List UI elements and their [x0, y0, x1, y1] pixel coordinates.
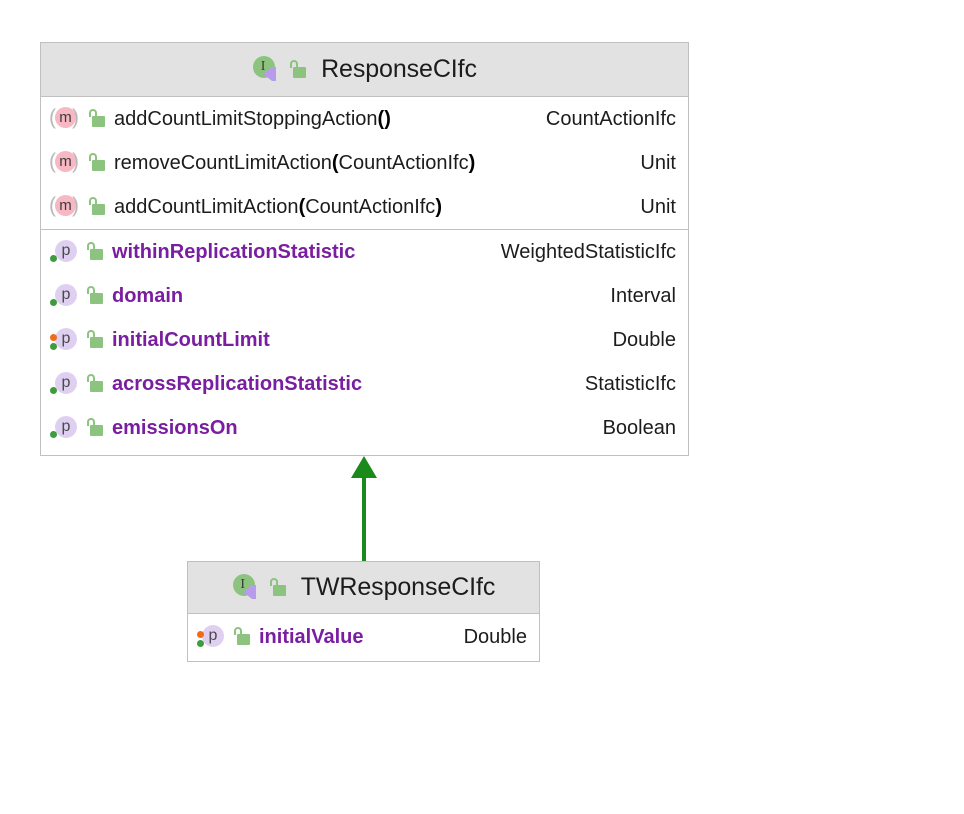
read-access-dot — [50, 431, 57, 438]
read-access-dot — [50, 343, 57, 350]
read-access-dot — [50, 387, 57, 394]
property-type: Boolean — [602, 416, 676, 439]
class-header-tw-response-cifc[interactable]: I TWResponseCIfc — [188, 562, 539, 614]
method-paren-close: ) — [384, 107, 391, 130]
method-row[interactable]: ( m ) addCountLimitAction(CountActionIfc… — [41, 185, 688, 229]
property-name: acrossReplicationStatistic — [112, 372, 363, 395]
open-padlock-icon — [267, 576, 287, 600]
property-name: domain — [112, 284, 184, 307]
method-signature: removeCountLimitAction(CountActionIfc) — [114, 152, 475, 175]
method-icon: ( m ) — [49, 106, 81, 132]
property-name: initialValue — [259, 625, 364, 648]
interface-icon: I — [252, 55, 282, 85]
property-icon-letter: p — [61, 330, 71, 347]
property-icon-letter: p — [61, 418, 71, 435]
property-type: Double — [612, 328, 676, 351]
methods-section: ( m ) addCountLimitStoppingAction() Coun… — [41, 97, 688, 229]
method-return-type: Unit — [640, 195, 676, 218]
method-name: removeCountLimitAction — [114, 151, 332, 174]
method-row[interactable]: ( m ) removeCountLimitAction(CountAction… — [41, 141, 688, 185]
property-icon: p — [49, 283, 79, 309]
method-icon-paren-right: ) — [72, 150, 79, 173]
open-padlock-icon — [86, 107, 106, 131]
property-icon-letter: p — [61, 374, 71, 391]
open-padlock-icon — [84, 240, 104, 264]
method-icon-paren-right: ) — [72, 194, 79, 217]
method-row[interactable]: ( m ) addCountLimitStoppingAction() Coun… — [41, 97, 688, 141]
arrow-head-icon — [351, 456, 377, 478]
open-padlock-icon — [86, 195, 106, 219]
property-icon-letter: p — [208, 627, 218, 644]
method-paren-open: ( — [331, 151, 339, 174]
open-padlock-icon — [84, 328, 104, 352]
property-row-icons: p — [196, 624, 251, 650]
read-access-dot — [50, 255, 57, 262]
method-row-icons: ( m ) — [49, 194, 106, 220]
method-name: addCountLimitStoppingAction — [114, 107, 378, 130]
class-title: ResponseCIfc — [321, 55, 477, 83]
property-icon: p — [49, 415, 79, 441]
method-paren-close: ) — [468, 151, 476, 174]
method-return-type: Unit — [640, 151, 676, 174]
class-title: TWResponseCIfc — [300, 573, 496, 601]
open-padlock-icon — [84, 372, 104, 396]
property-icon: p — [49, 371, 79, 397]
property-row[interactable]: p acrossReplicationStatistic StatisticIf… — [41, 362, 688, 406]
method-row-icons: ( m ) — [49, 106, 106, 132]
property-icon: p — [49, 239, 79, 265]
property-type: WeightedStatisticIfc — [500, 240, 676, 263]
method-arg: CountActionIfc — [338, 151, 469, 174]
property-row[interactable]: p withinReplicationStatistic WeightedSta… — [41, 230, 688, 274]
class-box-response-cifc[interactable]: I ResponseCIfc ( m ) addCountLimitStoppi… — [40, 42, 689, 456]
arrow-shaft — [362, 476, 366, 562]
property-name: withinReplicationStatistic — [112, 240, 356, 263]
property-row-icons: p — [49, 371, 104, 397]
method-row-icons: ( m ) — [49, 150, 106, 176]
property-row-icons: p — [49, 415, 104, 441]
properties-section: p withinReplicationStatistic WeightedSta… — [41, 229, 688, 450]
interface-icon: I — [232, 573, 262, 603]
property-icon-letter: p — [61, 242, 71, 259]
property-row-icons: p — [49, 327, 104, 353]
class-header-response-cifc[interactable]: I ResponseCIfc — [41, 43, 688, 97]
read-access-dot — [197, 640, 204, 647]
class-box-tw-response-cifc[interactable]: I TWResponseCIfc p initialValue Double — [187, 561, 540, 662]
open-padlock-icon — [231, 625, 251, 649]
property-row-icons: p — [49, 239, 104, 265]
property-name: initialCountLimit — [112, 328, 270, 351]
property-icon: p — [49, 327, 79, 353]
property-row-icons: p — [49, 283, 104, 309]
property-name: emissionsOn — [112, 416, 238, 439]
property-type: StatisticIfc — [584, 372, 676, 395]
method-signature: addCountLimitStoppingAction() — [114, 108, 391, 131]
method-icon: ( m ) — [49, 150, 81, 176]
method-icon-paren-right: ) — [72, 106, 79, 129]
property-row[interactable]: p domain Interval — [41, 274, 688, 318]
diagram-canvas: I ResponseCIfc ( m ) addCountLimitStoppi… — [0, 0, 964, 814]
property-row[interactable]: p emissionsOn Boolean — [41, 406, 688, 450]
open-padlock-icon — [84, 416, 104, 440]
open-padlock-icon — [84, 284, 104, 308]
property-icon: p — [196, 624, 226, 650]
read-access-dot — [50, 299, 57, 306]
property-type: Interval — [610, 284, 676, 307]
method-signature: addCountLimitAction(CountActionIfc) — [114, 196, 442, 219]
implements-arrow — [350, 456, 380, 562]
open-padlock-icon — [86, 151, 106, 175]
write-access-dot — [197, 631, 204, 638]
property-row[interactable]: p initialCountLimit Double — [41, 318, 688, 362]
property-type: Double — [463, 625, 527, 648]
write-access-dot — [50, 334, 57, 341]
properties-section: p initialValue Double — [188, 614, 539, 660]
method-return-type: CountActionIfc — [545, 107, 676, 130]
method-name: addCountLimitAction — [114, 195, 299, 218]
method-arg: CountActionIfc — [305, 195, 436, 218]
method-icon: ( m ) — [49, 194, 81, 220]
property-row[interactable]: p initialValue Double — [188, 614, 539, 660]
property-icon-letter: p — [61, 286, 71, 303]
open-padlock-icon — [287, 58, 307, 82]
method-paren-close: ) — [435, 195, 442, 218]
